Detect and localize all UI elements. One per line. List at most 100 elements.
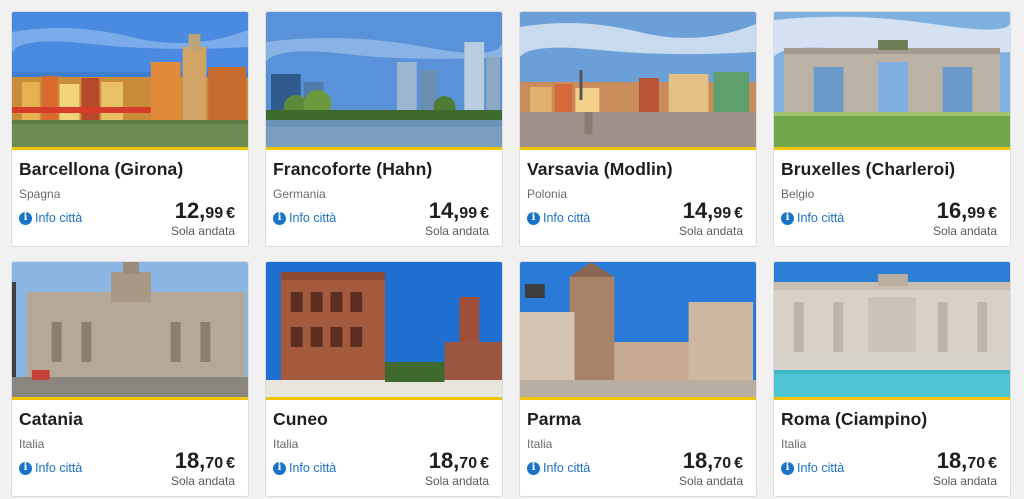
destination-country: Polonia	[527, 187, 568, 201]
city-info-link[interactable]: i Info città	[527, 461, 590, 475]
destination-card[interactable]: Cuneo Italia i Info città 18,70 € Sola an…	[265, 261, 503, 497]
price-currency: €	[226, 205, 235, 222]
destination-image[interactable]	[520, 12, 756, 150]
info-icon: i	[527, 211, 540, 225]
destination-country: Italia	[19, 437, 45, 451]
destination-title[interactable]: Barcellona (Girona)	[19, 159, 183, 180]
cuneo-image	[266, 262, 502, 397]
trip-type: Sola andata	[932, 224, 997, 238]
city-info-link[interactable]: i Info città	[781, 461, 844, 475]
destination-image[interactable]	[266, 262, 502, 400]
info-icon: i	[273, 461, 286, 475]
price-currency: €	[988, 455, 997, 472]
city-info-label: Info città	[543, 461, 591, 475]
destination-card[interactable]: Parma Italia i Info città 18,70 € Sola an…	[519, 261, 757, 497]
info-icon: i	[19, 211, 32, 225]
destination-title[interactable]: Cuneo	[273, 409, 328, 430]
price: 14,99 €	[429, 198, 489, 224]
info-icon: i	[781, 211, 794, 225]
price-integer: 18,	[936, 448, 968, 473]
destination-card[interactable]: Varsavia (Modlin) Polonia i Info città 1…	[519, 11, 757, 247]
destination-card[interactable]: Catania Italia i Info città 18,70 € Sola …	[11, 261, 249, 497]
destination-image[interactable]	[774, 262, 1010, 400]
price-integer: 18,	[682, 448, 714, 473]
destination-country: Spagna	[19, 187, 61, 201]
destination-card[interactable]: Roma (Ciampino) Italia i Info città 18,7…	[773, 261, 1011, 497]
price-currency: €	[734, 455, 743, 472]
price: 18,70 €	[429, 448, 489, 474]
city-info-link[interactable]: i Info città	[527, 211, 590, 225]
info-icon: i	[781, 461, 794, 475]
destination-title[interactable]: Bruxelles (Charleroi)	[781, 159, 955, 180]
city-info-label: Info città	[797, 461, 845, 475]
destination-title[interactable]: Catania	[19, 409, 83, 430]
city-info-label: Info città	[797, 211, 845, 225]
city-info-label: Info città	[35, 211, 83, 225]
price-currency: €	[226, 455, 235, 472]
destination-image[interactable]	[774, 12, 1010, 150]
price-integer: 16,	[936, 198, 968, 223]
destination-card[interactable]: Barcellona (Girona) Spagna i Info città …	[11, 11, 249, 247]
city-info-link[interactable]: i Info città	[273, 211, 336, 225]
destination-image[interactable]	[520, 262, 756, 400]
destination-country: Belgio	[781, 187, 815, 201]
destination-title[interactable]: Francoforte (Hahn)	[273, 159, 432, 180]
girona-image	[12, 12, 248, 147]
price: 18,70 €	[937, 448, 997, 474]
warsaw-image	[520, 12, 756, 147]
price-integer: 18,	[174, 448, 206, 473]
destination-image[interactable]	[266, 12, 502, 150]
destination-country: Italia	[273, 437, 299, 451]
destinations-grid: Barcellona (Girona) Spagna i Info città …	[0, 0, 1024, 499]
city-info-label: Info città	[289, 461, 337, 475]
info-icon: i	[527, 461, 540, 475]
price: 16,99 €	[937, 198, 997, 224]
parma-image	[520, 262, 756, 397]
trip-type: Sola andata	[932, 474, 997, 488]
destination-image[interactable]	[12, 262, 248, 400]
city-info-link[interactable]: i Info città	[781, 211, 844, 225]
destination-title[interactable]: Roma (Ciampino)	[781, 409, 927, 430]
price-decimals: 99	[459, 205, 478, 222]
price-currency: €	[988, 205, 997, 222]
price-integer: 12,	[174, 198, 206, 223]
price-decimals: 70	[713, 455, 732, 472]
destination-card[interactable]: Francoforte (Hahn) Germania i Info città…	[265, 11, 503, 247]
price: 18,70 €	[683, 448, 743, 474]
price-currency: €	[480, 205, 489, 222]
price-currency: €	[480, 455, 489, 472]
brussels-image	[774, 12, 1010, 147]
trip-type: Sola andata	[678, 224, 743, 238]
destination-title[interactable]: Parma	[527, 409, 581, 430]
trip-type: Sola andata	[170, 474, 235, 488]
price: 12,99 €	[175, 198, 235, 224]
frankfurt-image	[266, 12, 502, 147]
price-decimals: 99	[205, 205, 224, 222]
city-info-link[interactable]: i Info città	[273, 461, 336, 475]
rome-image	[774, 262, 1010, 397]
price-decimals: 70	[967, 455, 986, 472]
price-decimals: 99	[713, 205, 732, 222]
city-info-label: Info città	[289, 211, 337, 225]
price-decimals: 99	[967, 205, 986, 222]
catania-image	[12, 262, 248, 397]
destination-image[interactable]	[12, 12, 248, 150]
destination-country: Italia	[527, 437, 553, 451]
trip-type: Sola andata	[170, 224, 235, 238]
price-integer: 18,	[428, 448, 460, 473]
city-info-link[interactable]: i Info città	[19, 211, 82, 225]
price: 18,70 €	[175, 448, 235, 474]
destination-country: Germania	[273, 187, 326, 201]
info-icon: i	[19, 461, 32, 475]
price-currency: €	[734, 205, 743, 222]
city-info-link[interactable]: i Info città	[19, 461, 82, 475]
city-info-label: Info città	[543, 211, 591, 225]
price-decimals: 70	[459, 455, 478, 472]
price: 14,99 €	[683, 198, 743, 224]
destination-title[interactable]: Varsavia (Modlin)	[527, 159, 673, 180]
destination-card[interactable]: Bruxelles (Charleroi) Belgio i Info citt…	[773, 11, 1011, 247]
trip-type: Sola andata	[424, 474, 489, 488]
info-icon: i	[273, 211, 286, 225]
destination-country: Italia	[781, 437, 807, 451]
price-decimals: 70	[205, 455, 224, 472]
